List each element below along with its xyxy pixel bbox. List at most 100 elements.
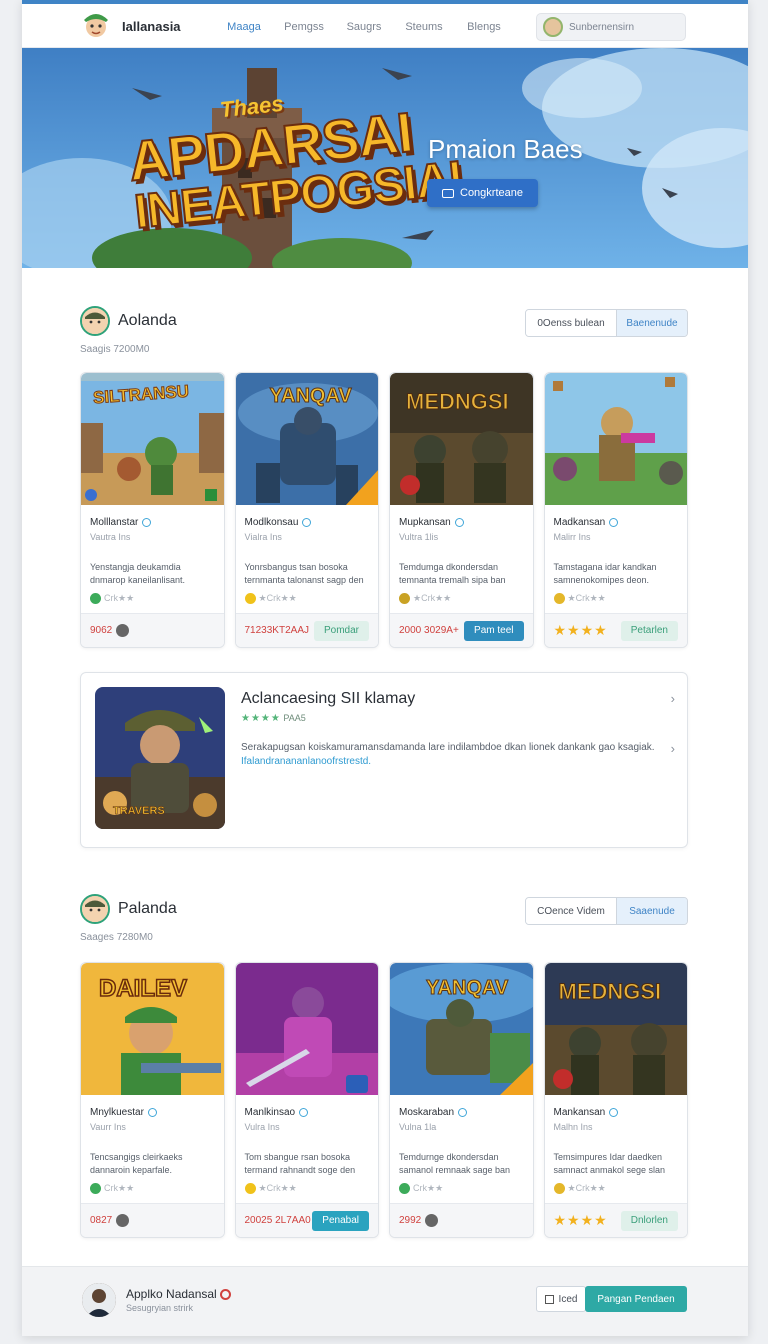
card-action-button[interactable]: Pomdar xyxy=(313,620,369,641)
nav-link-2[interactable]: Pemgss xyxy=(274,21,334,33)
card-art-title: MEDNGSI xyxy=(558,979,662,1005)
star-rating: ★★★★ xyxy=(553,622,608,638)
rating-badge-icon xyxy=(399,1183,410,1194)
footer-checkbox-label: Iced xyxy=(558,1293,578,1305)
game-card-desc: Tom sbangue rsan bosoka termand rahnandt… xyxy=(244,1152,356,1175)
featured-link[interactable]: Ifalandranananlanoofrstrestd. xyxy=(241,756,371,767)
user-search-box[interactable]: Sunbernensirn xyxy=(536,13,686,41)
hero-banner: Thaes APDARSAI INEATPOGSIAI Pmaion Baes … xyxy=(22,48,748,268)
game-card-name-text: Moskaraban xyxy=(399,1107,455,1118)
card-art-title: DAILEV xyxy=(98,974,188,1003)
game-card-name-text: Madkansan xyxy=(553,517,606,528)
game-card[interactable]: DAILEV Mnylkuestar Vaurr Ins Tencsangigs… xyxy=(80,962,225,1238)
game-card-desc: Tencsangigs cleirkaeks dannaroin keparfa… xyxy=(90,1152,183,1175)
nav-link-1[interactable]: Maaga xyxy=(214,21,274,33)
card-action-button[interactable]: Pam teel xyxy=(464,620,524,641)
price-text: 9062 xyxy=(90,625,113,637)
rating-text: ★Crk★★ xyxy=(413,593,452,603)
game-card-meta: Vulra Ins xyxy=(244,1122,280,1132)
featured-game-title: Aclancaesing SII klamay xyxy=(241,690,416,707)
game-card-name: Mnylkuestar xyxy=(90,1107,157,1118)
rating-text: Crk★★ xyxy=(104,1183,135,1193)
brand-name[interactable]: Iallanasia xyxy=(122,19,181,34)
hero-heading: Pmaion Baes xyxy=(428,134,583,164)
game-card-meta: Vulna 1la xyxy=(399,1122,437,1132)
game-card-rating: Crk★★ xyxy=(399,1183,443,1194)
game-card-name-text: Mankansan xyxy=(553,1107,606,1118)
game-card-footer: 2000 3029A+ Pam teel xyxy=(390,613,533,647)
verified-icon xyxy=(147,1108,157,1117)
game-card[interactable]: YANQAV Moskaraban Vulna 1la Temdurnge dk… xyxy=(389,962,534,1238)
filter-option-2[interactable]: Baenenude xyxy=(617,310,687,336)
nav-link-5[interactable]: Blengs xyxy=(454,21,514,33)
rating-badge-icon xyxy=(90,593,101,604)
game-card[interactable]: SILTRANSU Molllanstar Vautra Ins Yenstan… xyxy=(80,372,225,648)
footer-user-sub: Sesugryian strirk xyxy=(126,1303,194,1313)
game-card-grid-2: DAILEV Mnylkuestar Vaurr Ins Tencsangigs… xyxy=(80,962,688,1238)
hero-cta-button[interactable]: Congkrteane xyxy=(427,179,538,207)
game-card-image: MEDNGSI xyxy=(544,963,688,1095)
chevron-right-icon[interactable]: › xyxy=(671,691,675,706)
game-card[interactable]: MEDNGSI Mupkansan Vultra 1lis Temdumga d… xyxy=(389,372,534,648)
nav-link-3[interactable]: Saugrs xyxy=(334,21,394,33)
footer-primary-button[interactable]: Pangan Pendaen xyxy=(585,1286,687,1312)
game-card-price: 0827 xyxy=(90,1214,130,1227)
game-card-name-text: Manlkinsao xyxy=(244,1107,296,1118)
filter-option-1[interactable]: 0Oenss bulean xyxy=(526,310,617,336)
section-subtitle: Saages 7280M0 xyxy=(80,932,153,943)
game-card-rating: ★Crk★★ xyxy=(553,1183,606,1194)
game-card[interactable]: Madkansan Malirr Ins Tamstagana idar kan… xyxy=(543,372,688,648)
verified-icon xyxy=(609,1108,619,1117)
featured-game-panel[interactable]: TRAVERS Aclancaesing SII klamay ★★★★ PAA… xyxy=(80,672,688,848)
filter-option-2[interactable]: Saaenude xyxy=(617,898,687,924)
rating-badge-icon xyxy=(244,593,256,604)
footer-avatar xyxy=(82,1283,116,1317)
price-text: 0827 xyxy=(90,1215,113,1227)
game-card[interactable]: Manlkinsao Vulra Ins Tom sbangue rsan bo… xyxy=(234,962,379,1238)
featured-game-desc: Serakapugsan koiskamuramansdamanda lare … xyxy=(241,741,661,769)
game-card-name: Mankansan xyxy=(554,1107,619,1118)
nav-link-4[interactable]: Steums xyxy=(394,21,454,33)
checkbox-icon[interactable] xyxy=(544,1294,554,1304)
rating-value: PAA5 xyxy=(283,713,306,723)
game-card[interactable]: MEDNGSI Mankansan Malhn Ins Temsimpures … xyxy=(543,962,688,1238)
card-art-title: YANQAV xyxy=(269,385,352,408)
game-card-footer: ★★★★ Petarlen xyxy=(544,613,687,647)
hero-cta-label: Congkrteane xyxy=(460,187,523,199)
rating-badge-icon xyxy=(553,593,565,604)
game-card-name: Modlkonsau xyxy=(245,517,312,528)
star-rating: ★★★★ xyxy=(241,713,281,724)
verified-icon xyxy=(458,1108,468,1117)
user-search-label: Sunbernensirn xyxy=(569,21,635,33)
game-card[interactable]: YANQAV Modlkonsau Vialra Ins Yonrsbangus… xyxy=(234,372,379,648)
section-title: Aolanda xyxy=(118,312,177,329)
game-card-footer: ★★★★ Dnlorlen xyxy=(544,1203,687,1237)
game-card-rating: Crk★★ xyxy=(90,1183,134,1194)
rating-badge-icon xyxy=(90,1183,101,1194)
game-card-rating: ★Crk★★ xyxy=(244,1183,297,1194)
star-rating: ★★★★ xyxy=(553,1212,608,1228)
card-art-title: MEDNGSI xyxy=(406,389,510,415)
game-card-name: Moskaraban xyxy=(399,1107,468,1118)
filter-option-1[interactable]: COence Videm xyxy=(526,898,617,924)
chevron-right-icon[interactable]: › xyxy=(671,741,675,756)
game-card-desc: Temsimpures Idar daedken samnact anmakol… xyxy=(553,1152,666,1175)
app-window: Iallanasia Maaga Pemgss Saugrs Steums Bl… xyxy=(22,0,748,1336)
game-card-desc: Yenstangja deukamdia dnmarop kaneilanlis… xyxy=(90,562,186,585)
rating-text: ★Crk★★ xyxy=(258,593,297,603)
nav-links: Maaga Pemgss Saugrs Steums Blengs xyxy=(214,21,514,33)
game-card-name-text: Molllanstar xyxy=(90,517,139,528)
rating-text: Crk★★ xyxy=(104,593,135,603)
top-nav: Iallanasia Maaga Pemgss Saugrs Steums Bl… xyxy=(22,4,748,48)
game-card-rating: Crk★★ xyxy=(90,593,134,604)
card-action-button[interactable]: Petarlen xyxy=(620,620,678,641)
brand-logo-icon[interactable] xyxy=(82,10,110,40)
game-card-image: YANQAV xyxy=(390,963,533,1095)
card-action-button[interactable]: Penabal xyxy=(312,1210,369,1231)
game-card-desc: Yonrsbangus tsan bosoka ternmanta talona… xyxy=(244,562,364,585)
section-filter-toggle: 0Oenss bulean Baenenude xyxy=(525,309,688,337)
featured-art-caption: TRAVERS xyxy=(113,805,165,818)
footer-checkbox[interactable]: Iced xyxy=(536,1286,586,1312)
game-card-name-text: Mupkansan xyxy=(399,517,451,528)
card-action-button[interactable]: Dnlorlen xyxy=(620,1210,678,1231)
